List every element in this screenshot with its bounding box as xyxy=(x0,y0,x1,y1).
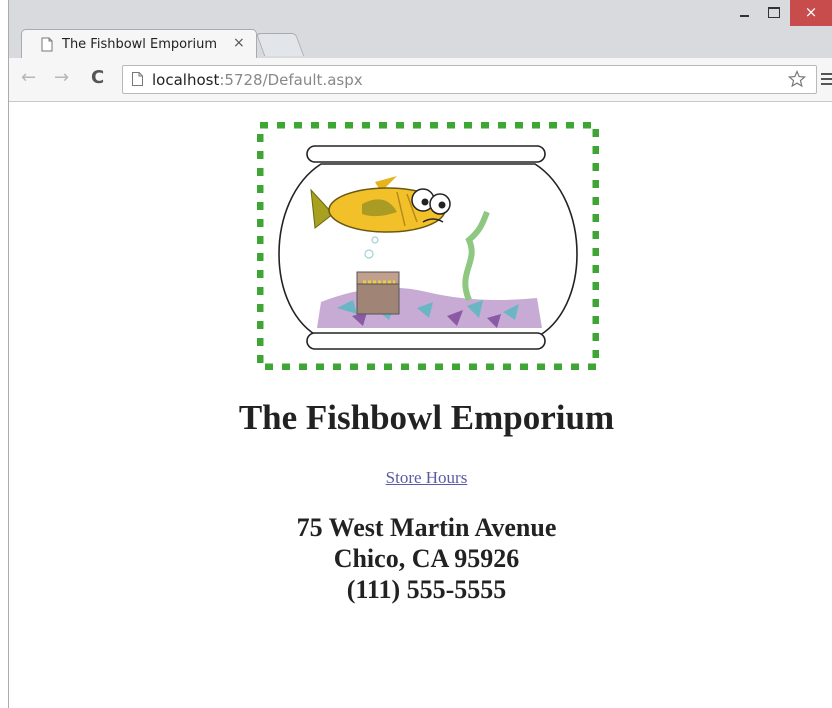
maximize-icon xyxy=(768,7,780,18)
tab-close-icon[interactable]: × xyxy=(233,35,245,51)
title-bar: The Fishbowl Emporium × xyxy=(8,0,832,60)
forward-arrow-icon[interactable]: → xyxy=(54,68,69,88)
back-arrow-icon[interactable]: ← xyxy=(21,68,36,88)
url-host: localhost xyxy=(152,71,220,89)
url-path: :5728/Default.aspx xyxy=(219,71,363,89)
reload-icon[interactable]: C xyxy=(91,68,104,88)
minimize-button[interactable] xyxy=(730,0,760,26)
address-bar[interactable]: localhost:5728/Default.aspx xyxy=(122,65,817,94)
store-address: 75 West Martin Avenue Chico, CA 95926 (1… xyxy=(9,512,832,605)
menu-icon[interactable] xyxy=(821,73,832,85)
page-icon xyxy=(132,72,143,86)
page-heading: The Fishbowl Emporium xyxy=(238,398,615,437)
star-icon[interactable] xyxy=(788,70,806,88)
phone-number: (111) 555-5555 xyxy=(346,575,507,604)
close-icon: × xyxy=(804,3,818,21)
store-hours-link[interactable]: Store Hours xyxy=(9,468,832,488)
address-street: 75 West Martin Avenue xyxy=(296,513,557,542)
browser-toolbar: ← → C localhost:5728/Default.aspx xyxy=(8,58,832,102)
close-window-button[interactable]: × xyxy=(790,0,832,26)
new-tab-button[interactable] xyxy=(255,33,305,56)
page-content: The Fishbowl Emporium Store Hours 75 Wes… xyxy=(9,102,832,708)
address-city: Chico, CA 95926 xyxy=(333,544,520,573)
tab-fishbowl-emporium[interactable]: The Fishbowl Emporium × xyxy=(21,29,257,60)
maximize-button[interactable] xyxy=(760,0,790,26)
tab-title: The Fishbowl Emporium xyxy=(62,37,217,52)
url-text[interactable]: localhost:5728/Default.aspx xyxy=(152,71,363,89)
page-icon xyxy=(41,37,53,52)
minimize-icon xyxy=(740,15,749,17)
fishbowl-logo xyxy=(257,122,599,370)
